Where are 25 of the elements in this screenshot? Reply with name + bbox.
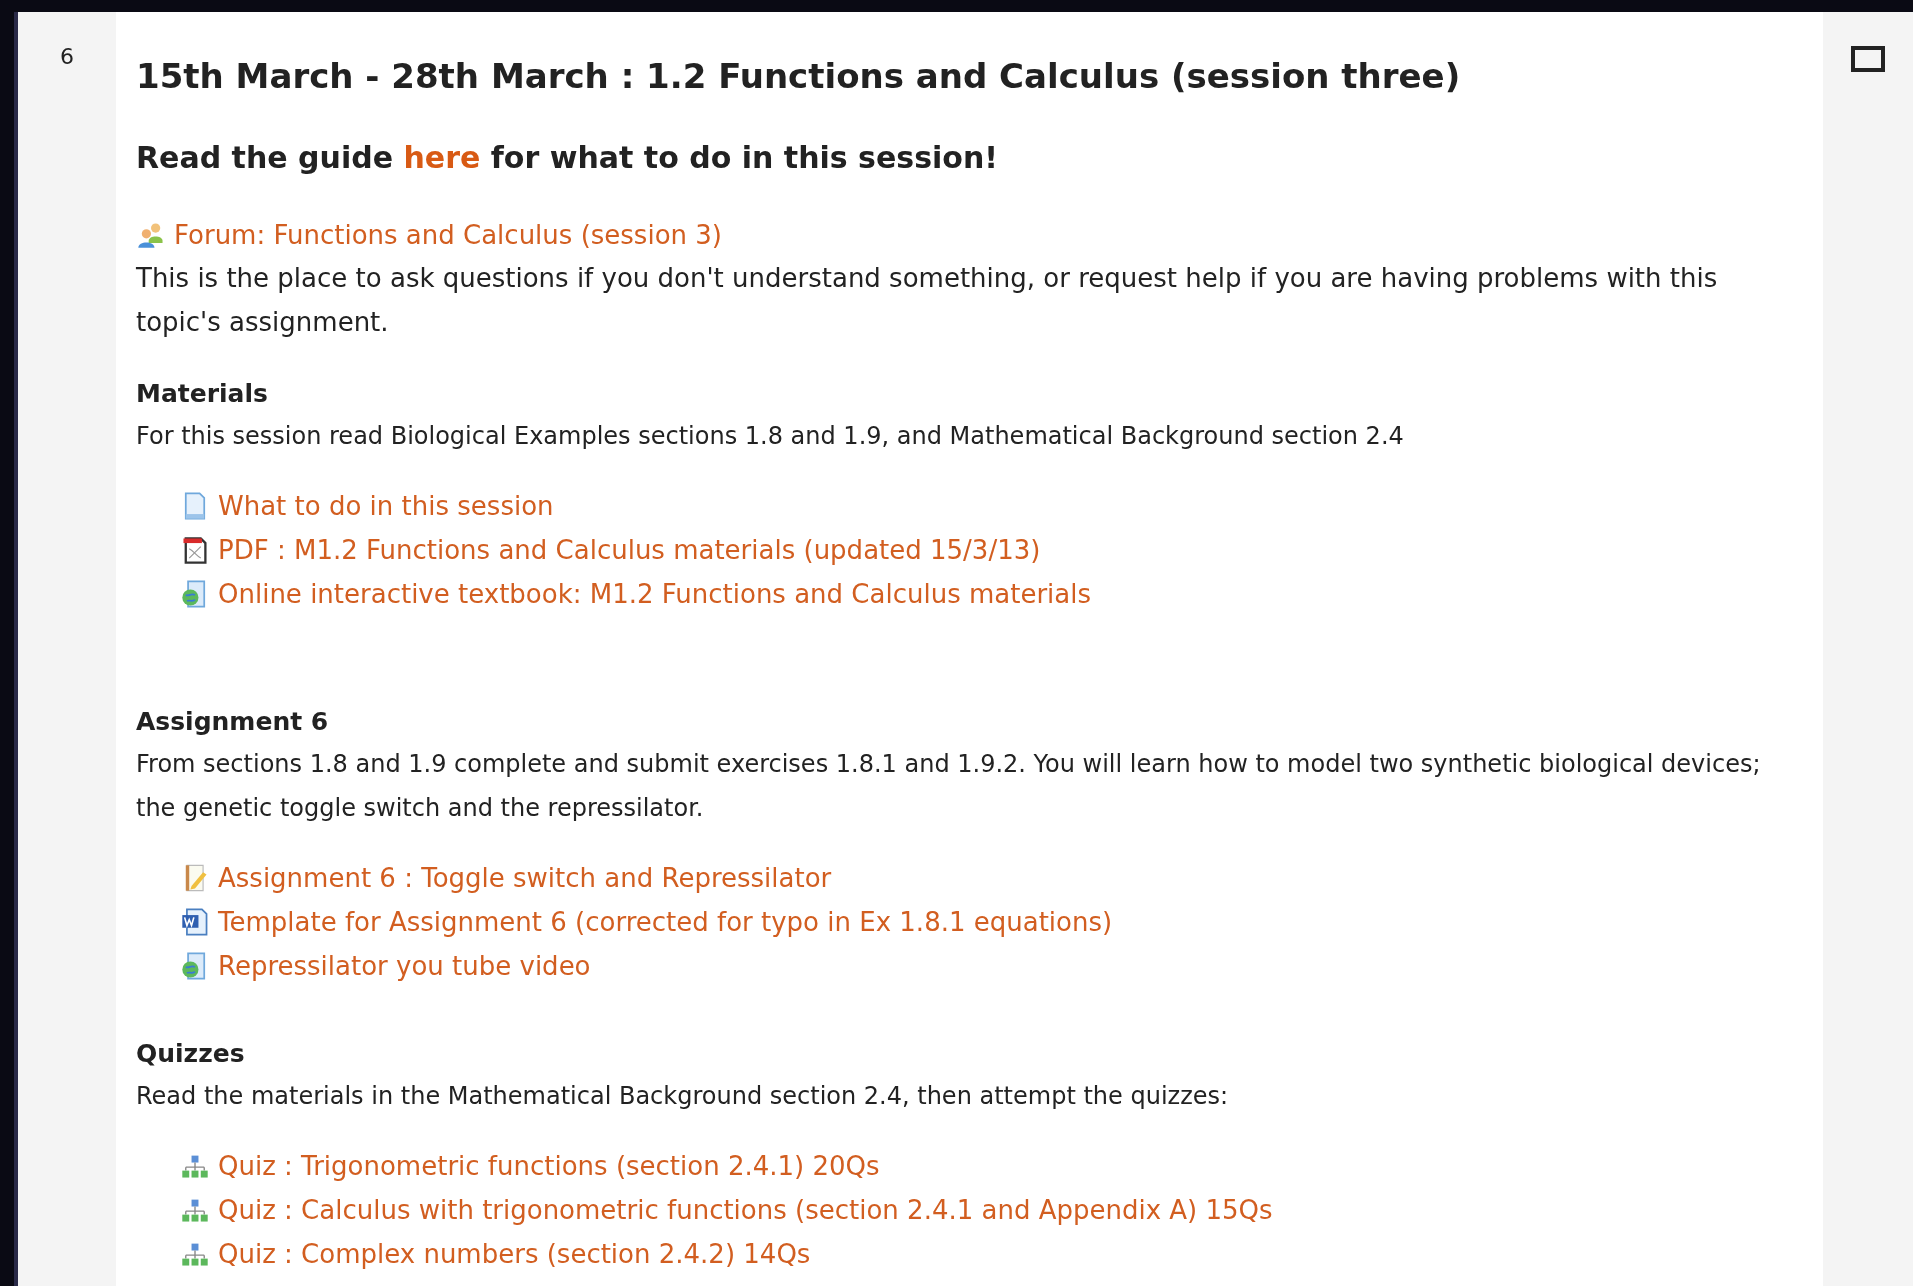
square-icon[interactable]: [1851, 46, 1885, 72]
resource-link[interactable]: Quiz : Trigonometric functions (section 2.4.1) 20Qs: [218, 1146, 880, 1186]
forum-link[interactable]: Forum: Functions and Calculus (session 3): [174, 214, 722, 256]
block-heading: Materials: [136, 378, 268, 410]
block-description: From sections 1.8 and 1.9 complete and submit exercises 1.8.1 and 1.9.2. You will learn how to model two synthetic biological devices; the genetic toggle switch and the repressilator.: [136, 749, 1762, 824]
section-title: 15th March - 28th March : 1.2 Functions and Calculus (session three): [136, 55, 1461, 98]
resource-link[interactable]: Quiz : Calculus with trigonometric functions (section 2.4.1 and Appendix A) 15Qs: [218, 1190, 1273, 1230]
pdf-icon: [180, 535, 210, 565]
forum-description: This is the place to ask questions if you don't understand something, or request help if you are having problems with this topic's assignment.: [136, 262, 1719, 339]
word-document-icon: [180, 907, 210, 937]
resource-link[interactable]: Quiz : Complex numbers (section 2.4.2) 14Qs: [218, 1234, 811, 1274]
resource-link[interactable]: Template for Assignment 6 (corrected for typo in Ex 1.8.1 equations): [218, 902, 1113, 942]
section-number: 6: [60, 46, 74, 68]
resource-link[interactable]: Repressilator you tube video: [218, 946, 591, 986]
resource-link[interactable]: Assignment 6 : Toggle switch and Repressilator: [218, 858, 832, 898]
block-description: For this session read Biological Examples sections 1.8 and 1.9, and Mathematical Background section 2.4: [136, 421, 1405, 452]
guide-link[interactable]: here: [403, 140, 481, 175]
block-description: Read the materials in the Mathematical Background section 2.4, then attempt the quizzes:: [136, 1081, 1230, 1112]
people-icon: [136, 220, 166, 250]
resource-link[interactable]: PDF : M1.2 Functions and Calculus materials (updated 15/3/13): [218, 530, 1041, 570]
resource-link[interactable]: Online interactive textbook: M1.2 Functions and Calculus materials: [218, 574, 1091, 614]
guide-sentence: Read the guide here for what to do in this session!: [136, 139, 998, 177]
block-heading: Quizzes: [136, 1038, 245, 1070]
resource-link[interactable]: What to do in this session: [218, 486, 554, 526]
block-heading: Assignment 6: [136, 706, 329, 738]
